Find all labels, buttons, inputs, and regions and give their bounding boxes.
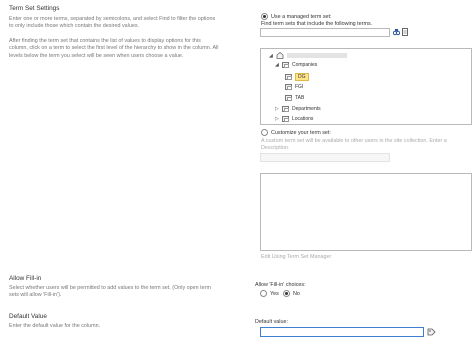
browse-icon[interactable]	[402, 28, 408, 36]
managed-radio[interactable]	[261, 13, 268, 20]
tree-root-label	[287, 53, 347, 58]
term-set-manager-link[interactable]: Edit Using Term Set Manager	[261, 254, 331, 260]
term-set-settings-title: Term Set Settings	[9, 5, 60, 12]
expand-icon[interactable]: ▷	[275, 116, 282, 122]
find-term-set-input[interactable]	[260, 28, 390, 37]
term-set-desc-1: Enter one or more terms, separated by se…	[9, 16, 216, 30]
fill-in-yes-radio[interactable]	[260, 290, 267, 297]
default-value-title: Default Value	[9, 313, 47, 320]
allow-fill-in-desc: Select whether users will be permitted t…	[9, 285, 211, 299]
fill-in-no-option[interactable]: No	[283, 290, 300, 297]
custom-desc: A custom term set will be available to o…	[261, 138, 447, 151]
allow-fill-in-title: Allow Fill-in	[9, 275, 42, 282]
fill-in-yes-option[interactable]: Yes	[260, 290, 279, 297]
fill-in-yes-label: Yes	[270, 290, 279, 297]
term-icon	[285, 95, 292, 101]
fill-in-label: Allow 'Fill-in' choices:	[255, 282, 306, 288]
fill-in-no-label: No	[293, 290, 300, 297]
term-icon	[282, 116, 289, 122]
default-value-input[interactable]	[260, 327, 424, 337]
fill-in-no-radio[interactable]	[283, 290, 290, 297]
store-icon	[276, 52, 284, 59]
custom-term-editor[interactable]	[260, 173, 472, 251]
managed-term-set-option[interactable]: Use a managed term set:	[261, 13, 332, 20]
tree-root[interactable]: ◢	[269, 52, 347, 59]
find-icon[interactable]	[392, 28, 401, 36]
default-value-desc: Enter the default value for the column.	[9, 323, 101, 329]
tree-node-tab[interactable]: TAB	[285, 95, 304, 101]
collapse-icon[interactable]: ◢	[275, 62, 282, 68]
term-icon	[285, 84, 292, 90]
term-icon	[285, 74, 292, 80]
collapse-icon[interactable]: ◢	[269, 53, 276, 59]
custom-radio[interactable]	[261, 129, 268, 136]
tree-node-departments[interactable]: ▷ Departments	[275, 106, 321, 112]
term-set-desc-2: After finding the term set that contains…	[9, 38, 219, 59]
managed-radio-label: Use a managed term set:	[271, 13, 332, 20]
custom-term-set-option[interactable]: Customize your term set:	[261, 129, 331, 136]
selected-term: DG	[295, 73, 309, 81]
tree-node-fgi[interactable]: FGI	[285, 84, 303, 90]
pick-tag-icon[interactable]	[427, 327, 436, 336]
tree-node-companies[interactable]: ◢ Companies	[275, 62, 317, 68]
term-icon	[282, 106, 289, 112]
tree-node-locations[interactable]: ▷ Locations	[275, 116, 313, 122]
term-icon	[282, 62, 289, 68]
custom-description-input[interactable]	[260, 153, 390, 162]
expand-icon[interactable]: ▷	[275, 106, 282, 112]
find-label: Find term sets that include the followin…	[261, 21, 373, 27]
term-tree: ◢ ◢ Companies DG FGI TAB ▷ Departments ▷…	[260, 48, 472, 125]
tree-node-dg[interactable]: DG	[285, 73, 309, 81]
custom-radio-label: Customize your term set:	[271, 129, 331, 136]
default-value-label: Default value:	[255, 319, 288, 325]
